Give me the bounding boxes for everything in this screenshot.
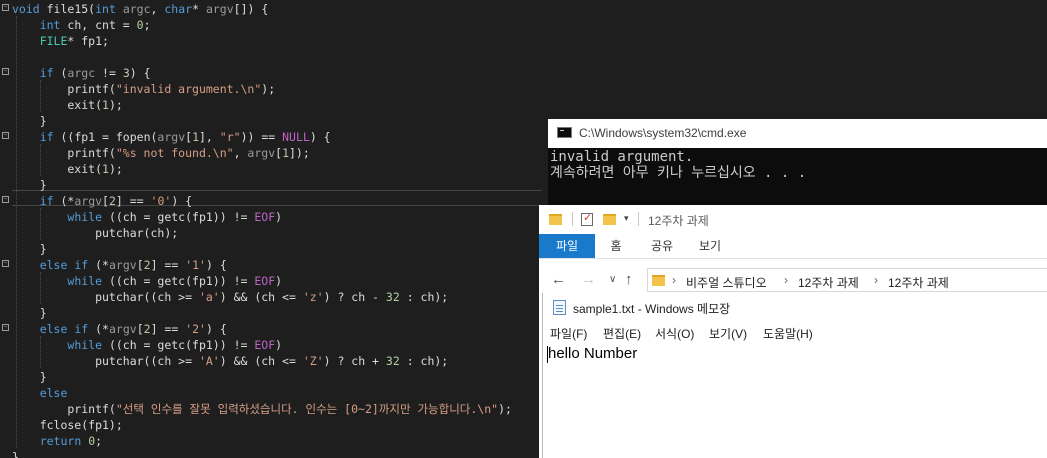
forward-arrow-icon[interactable]: → bbox=[581, 271, 596, 288]
code-line-text: putchar((ch >= 'a') && (ch <= 'z') ? ch … bbox=[12, 290, 449, 304]
breadcrumb-separator-icon[interactable]: › bbox=[874, 273, 878, 287]
code-line-text: putchar((ch >= 'A') && (ch <= 'Z') ? ch … bbox=[12, 354, 449, 368]
menu-help[interactable]: 도움말(H) bbox=[763, 325, 813, 342]
toolbar-divider bbox=[572, 212, 573, 226]
tab-home[interactable]: 홈 bbox=[599, 234, 633, 258]
code-line-text: else bbox=[39, 386, 68, 400]
back-arrow-icon[interactable]: ← bbox=[551, 271, 566, 288]
menu-format[interactable]: 서식(O) bbox=[655, 325, 694, 342]
notepad-text-area[interactable]: hello Number bbox=[548, 345, 637, 362]
code-line-text: void file15(int argc, char* argv[]) { bbox=[12, 2, 269, 16]
code-line-text: while ((ch = getc(fp1)) != EOF) bbox=[67, 274, 283, 288]
window-title: 12주차 과제 bbox=[648, 214, 709, 228]
code-line-text: exit(1); bbox=[12, 162, 123, 176]
ribbon-tabs: 파일 홈 공유 보기 bbox=[539, 234, 1047, 259]
code-line-text: while ((ch = getc(fp1)) != EOF) bbox=[67, 338, 283, 352]
cmd-titlebar[interactable]: C:\Windows\system32\cmd.exe bbox=[548, 119, 1047, 148]
fold-toggle-icon[interactable] bbox=[2, 4, 9, 11]
up-arrow-icon[interactable]: ↑ bbox=[625, 271, 633, 288]
code-line-text: exit(1); bbox=[12, 98, 123, 112]
notepad-menubar: 파일(F) 편집(E) 서식(O) 보기(V) 도움말(H) bbox=[543, 323, 1047, 343]
tab-view[interactable]: 보기 bbox=[691, 234, 729, 258]
breadcrumb-separator-icon[interactable]: › bbox=[784, 273, 788, 287]
fold-toggle-icon[interactable] bbox=[2, 260, 9, 267]
fold-toggle-icon[interactable] bbox=[2, 132, 9, 139]
code-line-text: while ((ch = getc(fp1)) != EOF) bbox=[67, 210, 283, 224]
code-line-text: if ((fp1 = fopen(argv[1], "r")) == NULL)… bbox=[39, 130, 331, 144]
folder-icon bbox=[549, 214, 562, 225]
breadcrumb-item[interactable]: 12주차 과제 bbox=[888, 274, 949, 291]
menu-view[interactable]: 보기(V) bbox=[709, 325, 747, 342]
code-line-text: } bbox=[12, 242, 47, 256]
code-line-text: printf("%s not found.\n", argv[1]); bbox=[12, 146, 310, 160]
cmd-output-line: 계속하려면 아무 키나 누르십시오 . . . bbox=[550, 165, 807, 181]
console-icon bbox=[557, 127, 572, 138]
fold-toggle-icon[interactable] bbox=[2, 196, 9, 203]
quick-access-toolbar: ▾ 12주차 과제 bbox=[539, 205, 1047, 234]
folder-icon bbox=[652, 275, 665, 286]
code-line-text: } bbox=[12, 114, 47, 128]
cmd-title: C:\Windows\system32\cmd.exe bbox=[579, 126, 747, 140]
code-line-text: printf("선택 인수를 잘못 입력하셨습니다. 인수는 [0~2]까지만 … bbox=[12, 402, 512, 416]
code-line-text: } bbox=[12, 450, 19, 458]
properties-icon[interactable] bbox=[581, 211, 593, 226]
cmd-window[interactable]: C:\Windows\system32\cmd.exe invalid argu… bbox=[548, 119, 1047, 205]
address-row: ← → ∨ ↑ › 비주얼 스튜디오 › 12주차 과제 › 12주차 과제 bbox=[539, 265, 1047, 295]
code-line-text: return 0; bbox=[39, 434, 103, 448]
fold-toggle-icon[interactable] bbox=[2, 324, 9, 331]
menu-file[interactable]: 파일(F) bbox=[550, 325, 587, 342]
breadcrumb-separator-icon[interactable]: › bbox=[672, 273, 676, 287]
code-line-text: if (argc != 3) { bbox=[39, 66, 151, 80]
code-line-text: FILE* fp1; bbox=[39, 34, 109, 48]
notepad-window[interactable]: sample1.txt - Windows 메모장 파일(F) 편집(E) 서식… bbox=[542, 293, 1047, 458]
code-line-text: fclose(fp1); bbox=[12, 418, 123, 432]
customize-dropdown-icon[interactable]: ▾ bbox=[624, 213, 629, 224]
code-line-text: int ch, cnt = 0; bbox=[39, 18, 151, 32]
cmd-output-line: invalid argument. bbox=[550, 149, 694, 165]
menu-edit[interactable]: 편집(E) bbox=[603, 325, 641, 342]
code-line-text: else if (*argv[2] == '1') { bbox=[39, 258, 227, 272]
tab-file[interactable]: 파일 bbox=[539, 234, 595, 258]
address-bar[interactable]: › 비주얼 스튜디오 › 12주차 과제 › 12주차 과제 bbox=[647, 268, 1047, 292]
new-folder-icon[interactable] bbox=[603, 214, 616, 225]
notepad-title: sample1.txt - Windows 메모장 bbox=[573, 302, 731, 316]
code-line-text: } bbox=[12, 306, 47, 320]
code-line-text: } bbox=[12, 178, 47, 192]
fold-toggle-icon[interactable] bbox=[2, 68, 9, 75]
code-line-text: if (*argv[2] == '0') { bbox=[39, 194, 193, 208]
recent-dropdown-icon[interactable]: ∨ bbox=[609, 274, 616, 285]
tab-share[interactable]: 공유 bbox=[643, 234, 681, 258]
toolbar-divider bbox=[638, 212, 639, 226]
code-line-text: printf("invalid argument.\n"); bbox=[12, 82, 276, 96]
code-line-text: else if (*argv[2] == '2') { bbox=[39, 322, 227, 336]
code-line-text: } bbox=[12, 370, 47, 384]
notepad-icon bbox=[553, 300, 566, 315]
breadcrumb-item[interactable]: 비주얼 스튜디오 bbox=[686, 274, 767, 291]
breadcrumb-item[interactable]: 12주차 과제 bbox=[798, 274, 859, 291]
code-line-text: putchar(ch); bbox=[12, 226, 179, 240]
